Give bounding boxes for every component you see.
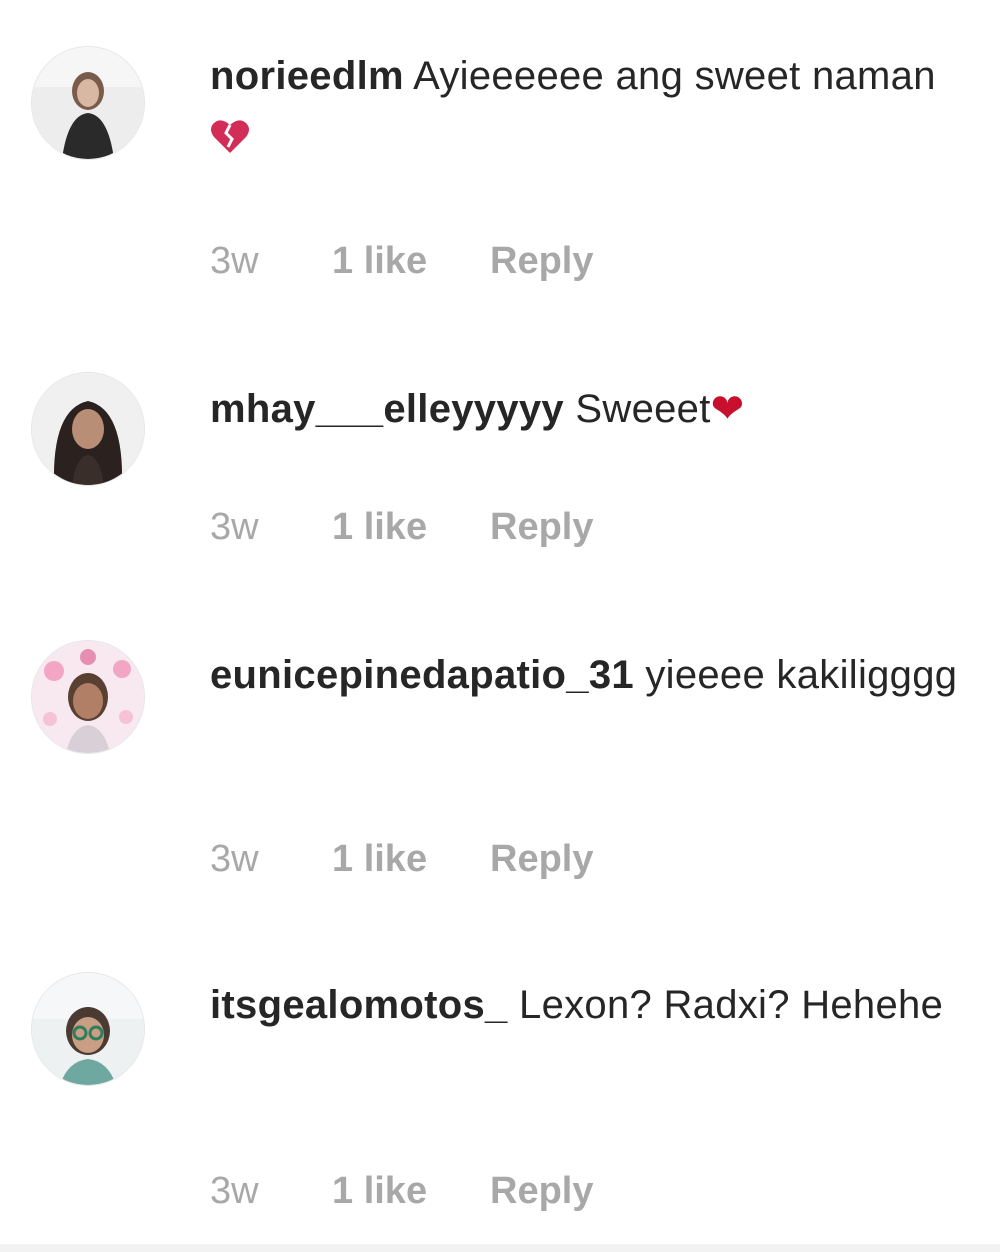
- comment-body: yieeee kakiligggg: [645, 653, 958, 697]
- avatar-image: [32, 641, 144, 753]
- comment-username[interactable]: itsgealomotos_: [210, 983, 508, 1027]
- like-count[interactable]: 1 like: [332, 502, 427, 552]
- reply-button[interactable]: Reply: [490, 1166, 593, 1216]
- comment-item: itsgealomotos_ Lexon? Radxi? Hehehe 3w 1…: [0, 930, 1000, 1240]
- comment-body: Ayieeeeee ang sweet naman: [413, 54, 936, 98]
- like-count[interactable]: 1 like: [332, 834, 427, 884]
- bottom-divider: [0, 1244, 1000, 1252]
- avatar-image: [32, 973, 144, 1085]
- comment-item: norieedlm Ayieeeeee ang sweet naman 3w 1…: [0, 0, 1000, 300]
- comment-text-block: mhay___elleyyyyy Sweeet❤: [210, 378, 970, 440]
- avatar-image: [32, 373, 144, 485]
- comment-username[interactable]: eunicepinedapatio_31: [210, 653, 634, 697]
- comment-timestamp: 3w: [210, 838, 259, 880]
- comment-timestamp: 3w: [210, 506, 259, 548]
- comment-text-block: itsgealomotos_ Lexon? Radxi? Hehehe: [210, 974, 970, 1036]
- comment-username[interactable]: mhay___elleyyyyy: [210, 387, 564, 431]
- comment-item: eunicepinedapatio_31 yieeee kakiligggg 3…: [0, 600, 1000, 900]
- comment-body: Sweeet: [575, 387, 711, 431]
- comment-timestamp: 3w: [210, 1170, 259, 1212]
- broken-heart-icon: [210, 111, 250, 173]
- comment-body: Lexon? Radxi? Hehehe: [519, 983, 944, 1027]
- comment-username[interactable]: norieedlm: [210, 54, 404, 98]
- avatar-image: [32, 47, 144, 159]
- like-count[interactable]: 1 like: [332, 236, 427, 286]
- comment-item: mhay___elleyyyyy Sweeet❤ 3w 1 like Reply: [0, 320, 1000, 580]
- comment-text-block: eunicepinedapatio_31 yieeee kakiligggg: [210, 644, 970, 706]
- reply-button[interactable]: Reply: [490, 834, 593, 884]
- like-count[interactable]: 1 like: [332, 1166, 427, 1216]
- comment-text-block: norieedlm Ayieeeeee ang sweet naman: [210, 45, 970, 173]
- avatar[interactable]: [31, 640, 145, 754]
- reply-button[interactable]: Reply: [490, 236, 593, 286]
- reply-button[interactable]: Reply: [490, 502, 593, 552]
- avatar[interactable]: [31, 972, 145, 1086]
- avatar[interactable]: [31, 372, 145, 486]
- avatar[interactable]: [31, 46, 145, 160]
- heart-icon: ❤: [710, 387, 745, 431]
- comment-timestamp: 3w: [210, 240, 259, 282]
